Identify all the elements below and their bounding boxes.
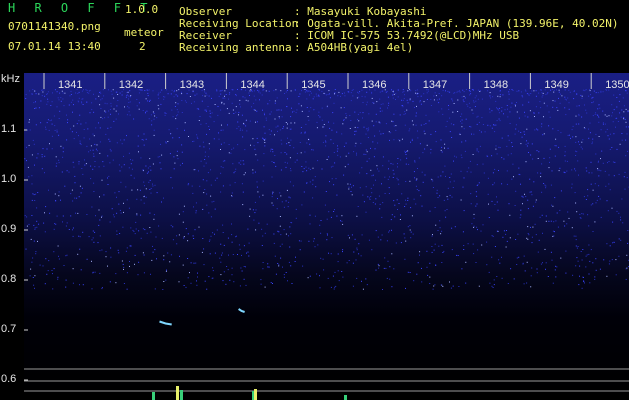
spectrogram-svg bbox=[24, 73, 629, 400]
spectrogram-plot bbox=[24, 73, 629, 400]
spectrum-peak bbox=[344, 395, 347, 400]
x-tick-label: 1346 bbox=[362, 79, 387, 91]
y-tick-label: 1.0 bbox=[1, 173, 17, 185]
noise-speckle bbox=[24, 89, 629, 290]
app-version: 1.0.0 bbox=[125, 3, 159, 16]
meteor-echo bbox=[238, 308, 245, 313]
y-tick-label: 0.6 bbox=[1, 373, 17, 385]
spectrum-peak bbox=[176, 386, 179, 400]
x-tick-label: 1344 bbox=[240, 79, 265, 91]
antenna-value: : A504HB(yagi 4el) bbox=[294, 41, 414, 54]
file-datetime: 07.01.14 13:40 bbox=[8, 40, 101, 53]
spectrum-peak bbox=[152, 392, 155, 400]
y-tick-label: 0.7 bbox=[1, 323, 17, 335]
y-tick-label: 1.1 bbox=[1, 123, 17, 135]
x-tick-label: 1348 bbox=[483, 79, 509, 91]
x-tick-label: 1343 bbox=[179, 79, 205, 91]
meteor-count: 2 bbox=[139, 40, 146, 53]
spectrum-peak bbox=[254, 389, 257, 400]
meteor-echo bbox=[159, 320, 172, 326]
meteor-label: meteor bbox=[124, 26, 164, 39]
y-tick-label: 0.9 bbox=[1, 223, 17, 235]
x-tick-label: 1349 bbox=[544, 79, 569, 91]
file-name: 0701141340.png bbox=[8, 20, 101, 33]
x-tick-label: 1347 bbox=[422, 79, 448, 91]
header: H R O F F T 1.0.0 0701141340.png 07.01.1… bbox=[0, 0, 629, 72]
antenna-label: Receiving antenna bbox=[179, 41, 292, 54]
y-tick-label: 0.8 bbox=[1, 273, 17, 285]
x-tick-label: 1342 bbox=[118, 79, 144, 91]
x-tick-label: 1345 bbox=[301, 79, 326, 91]
x-tick-label: 1350 bbox=[605, 79, 629, 91]
spectrum-peak bbox=[180, 390, 183, 400]
x-tick-label: 1341 bbox=[58, 79, 83, 91]
y-axis-unit: kHz bbox=[1, 73, 20, 85]
